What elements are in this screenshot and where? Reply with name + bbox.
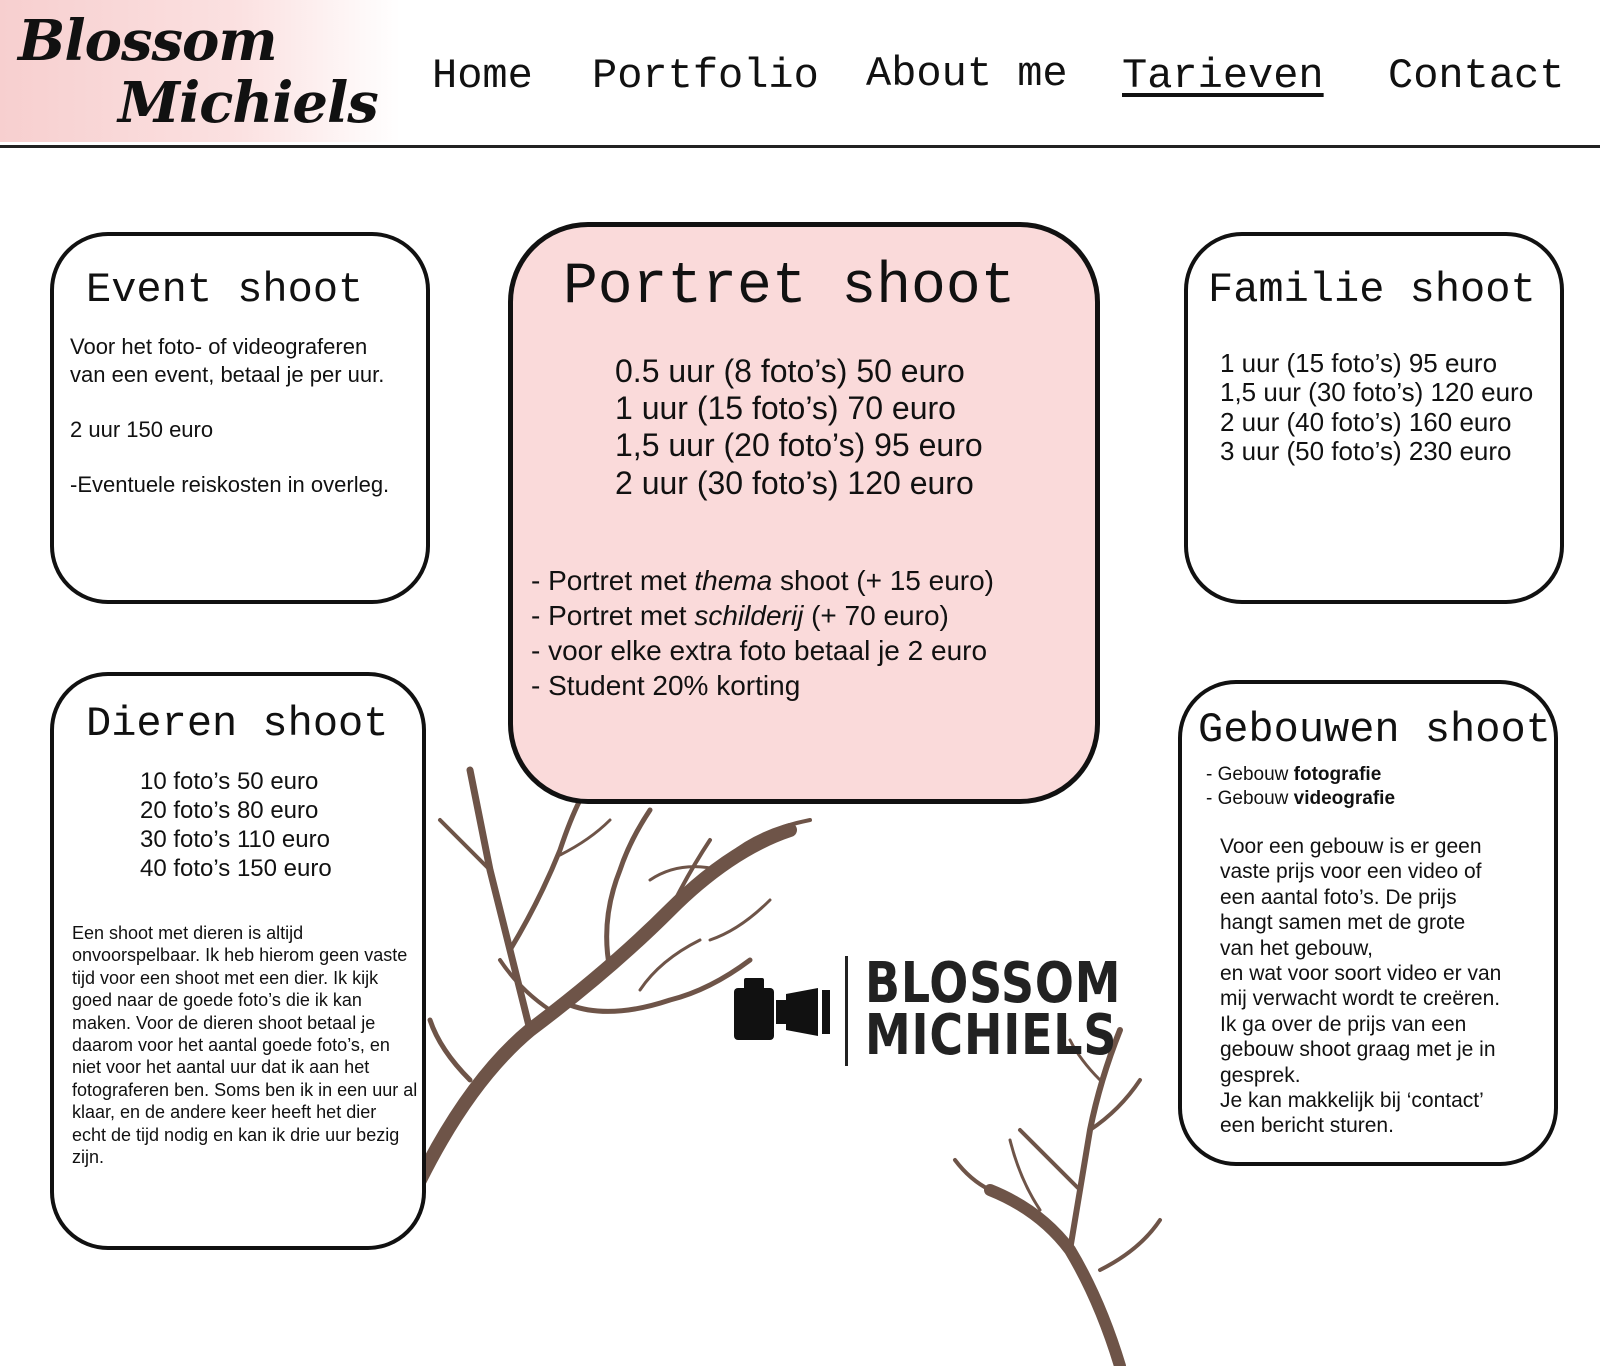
event-shoot-card: Event shoot Voor het foto- of videografe…	[50, 232, 430, 604]
familie-price-2: 1,5 uur (30 foto’s) 120 euro	[1220, 377, 1534, 407]
gebouwen-item-videografie: - Gebouw videografie	[1206, 788, 1396, 809]
dieren-price-1: 10 foto’s 50 euro	[140, 768, 319, 795]
logo-line-1: Blossom	[18, 8, 278, 74]
portret-shoot-card: Portret shoot 0.5 uur (8 foto’s) 50 euro…	[508, 222, 1100, 804]
familie-shoot-card: Familie shoot 1 uur (15 foto’s) 95 euro …	[1184, 232, 1564, 604]
logo-line-2: Michiels	[118, 70, 379, 136]
dieren-price-2: 20 foto’s 80 euro	[140, 797, 319, 824]
portret-extra-foto: - voor elke extra foto betaal je 2 euro	[531, 635, 988, 666]
familie-shoot-title: Familie shoot	[1208, 266, 1536, 314]
camera-icon	[734, 978, 830, 1040]
dieren-shoot-title: Dieren shoot	[86, 700, 389, 748]
nav-tarieven[interactable]: Tarieven	[1122, 52, 1324, 100]
event-price: 2 uur 150 euro	[70, 417, 214, 442]
familie-price-1: 1 uur (15 foto’s) 95 euro	[1220, 348, 1498, 378]
dieren-description: Een shoot met dieren is altijd onvoorspe…	[72, 923, 418, 1168]
familie-price-4: 3 uur (50 foto’s) 230 euro	[1220, 436, 1512, 466]
portret-extra-schilderij: - Portret met schilderij (+ 70 euro)	[531, 600, 949, 631]
nav-contact[interactable]: Contact	[1388, 52, 1564, 100]
site-logo[interactable]: Blossom Michiels	[0, 0, 400, 142]
portret-shoot-title: Portret shoot	[563, 255, 1016, 320]
dieren-price-4: 40 foto’s 150 euro	[140, 855, 332, 882]
portret-price-4: 2 uur (30 foto’s) 120 euro	[615, 465, 974, 501]
gebouwen-shoot-title: Gebouwen shoot	[1198, 706, 1551, 754]
dieren-shoot-card: Dieren shoot 10 foto’s 50 euro 20 foto’s…	[50, 672, 426, 1250]
site-header: Blossom Michiels Home Portfolio About me…	[0, 0, 1600, 148]
event-intro-line-1: Voor het foto- of videograferen	[70, 334, 368, 359]
brand-line-2: MICHIELS	[865, 1003, 1118, 1068]
event-shoot-title: Event shoot	[86, 266, 364, 314]
gebouwen-description: Voor een gebouw is er geen vaste prijs v…	[1220, 835, 1502, 1138]
brand-divider	[845, 956, 848, 1066]
dieren-price-3: 30 foto’s 110 euro	[140, 826, 330, 853]
gebouwen-item-fotografie: - Gebouw fotografie	[1206, 764, 1382, 785]
tree-right-illustration	[953, 1027, 1162, 1366]
portret-extra-thema: - Portret met thema shoot (+ 15 euro)	[531, 565, 995, 596]
nav-portfolio[interactable]: Portfolio	[592, 52, 819, 100]
nav-about-me[interactable]: About me	[866, 50, 1068, 98]
gebouwen-shoot-card: Gebouwen shoot - Gebouw fotografie - Geb…	[1178, 680, 1558, 1166]
familie-price-3: 2 uur (40 foto’s) 160 euro	[1220, 407, 1512, 437]
nav-home[interactable]: Home	[432, 52, 533, 100]
event-note: -Eventuele reiskosten in overleg.	[70, 472, 390, 497]
portret-student-discount: - Student 20% korting	[531, 670, 801, 701]
event-intro-line-2: van een event, betaal je per uur.	[70, 362, 385, 387]
portret-price-2: 1 uur (15 foto’s) 70 euro	[615, 390, 956, 426]
portret-price-1: 0.5 uur (8 foto’s) 50 euro	[615, 353, 965, 389]
brand-logo: BLOSSOM MICHIELS	[730, 956, 1120, 1066]
portret-price-3: 1,5 uur (20 foto’s) 95 euro	[615, 427, 983, 463]
